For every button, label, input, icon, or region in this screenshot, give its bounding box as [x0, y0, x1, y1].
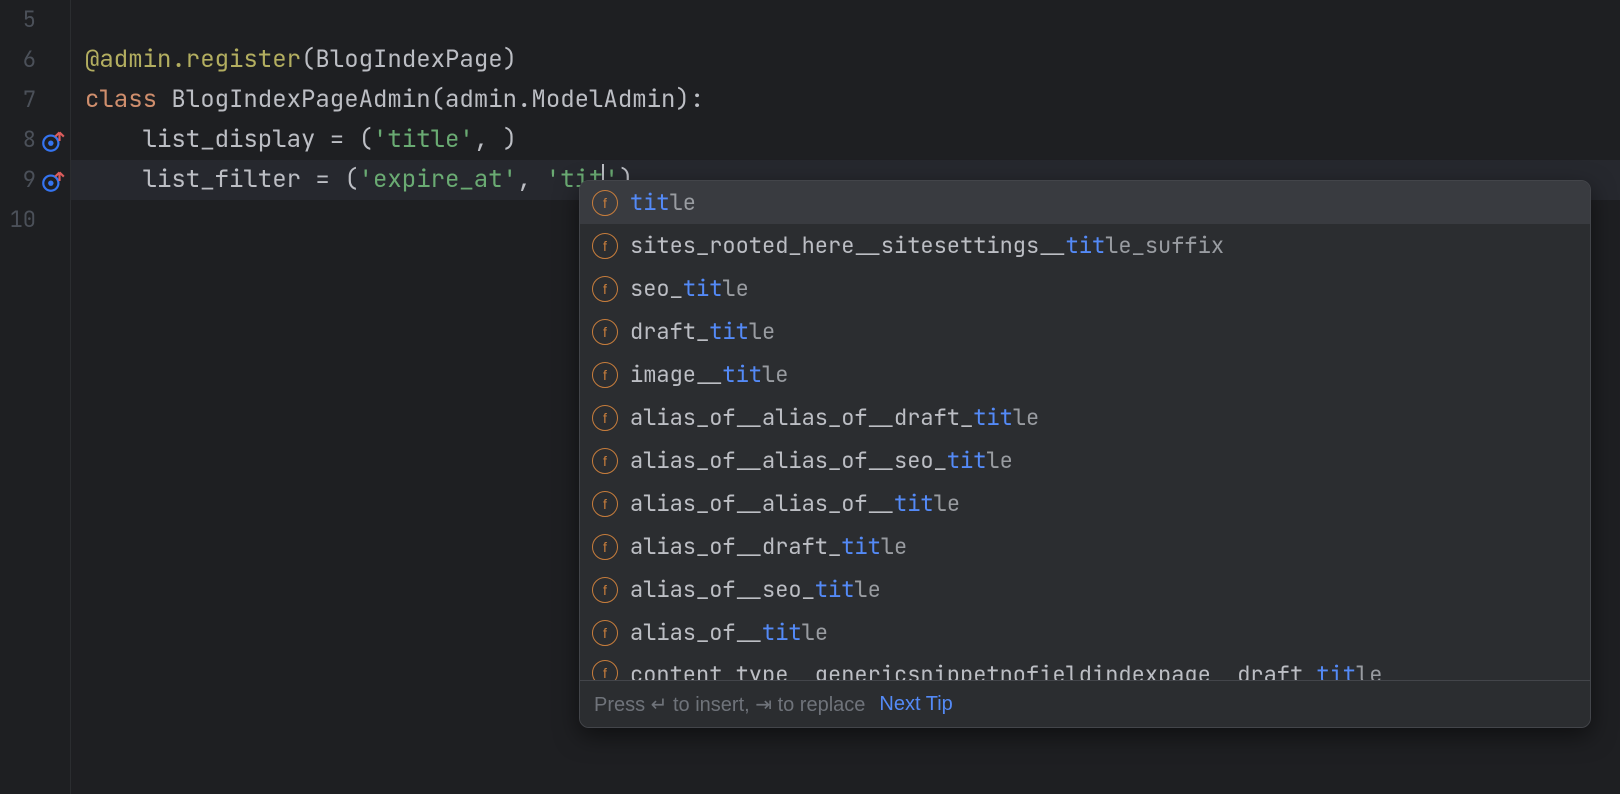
autocomplete-list[interactable]: ftitlefsites_rooted_here__sitesettings__… — [580, 181, 1590, 680]
autocomplete-popup[interactable]: ftitlefsites_rooted_here__sitesettings__… — [579, 180, 1591, 728]
autocomplete-label: alias_of__seo_title — [630, 575, 881, 604]
autocomplete-item[interactable]: f alias_of__alias_of__title — [580, 482, 1590, 525]
code-editor[interactable]: 5 6 7 8 9 10 — [0, 0, 1620, 794]
footer-hint: Press ↵ to insert, ⇥ to replace — [594, 692, 865, 717]
line-number: 7 — [0, 80, 70, 120]
autocomplete-item[interactable]: f alias_of__title — [580, 611, 1590, 654]
next-tip-link[interactable]: Next Tip — [879, 693, 952, 716]
autocomplete-label: title — [630, 188, 696, 217]
autocomplete-label: image__title — [630, 360, 788, 389]
line-number: 5 — [0, 0, 70, 40]
autocomplete-item[interactable]: f alias_of__draft_title — [580, 525, 1590, 568]
autocomplete-item[interactable]: f content_type__genericsnippetnofieldinde… — [580, 654, 1590, 680]
line-number: 9 — [0, 160, 70, 200]
field-icon: f — [592, 190, 618, 216]
autocomplete-item[interactable]: f draft_title — [580, 310, 1590, 353]
autocomplete-footer: Press ↵ to insert, ⇥ to replace Next Tip — [580, 680, 1590, 727]
autocomplete-label: alias_of__title — [630, 618, 828, 647]
gutter: 5 6 7 8 9 10 — [0, 0, 70, 794]
autocomplete-label: sites_rooted_here__sitesettings__title_s… — [630, 231, 1224, 260]
line-number: 10 — [0, 200, 70, 240]
autocomplete-label: alias_of__draft_title — [630, 532, 907, 561]
override-icon[interactable] — [40, 127, 66, 153]
code-line[interactable]: class BlogIndexPageAdmin(admin.ModelAdmi… — [71, 80, 1620, 120]
autocomplete-label: seo_title — [630, 274, 749, 303]
field-icon: f — [592, 362, 618, 388]
code-area[interactable]: @admin.register(BlogIndexPage) class Blo… — [70, 0, 1620, 794]
autocomplete-item[interactable]: f alias_of__alias_of__draft_title — [580, 396, 1590, 439]
autocomplete-label: alias_of__alias_of__title — [630, 489, 960, 518]
autocomplete-item[interactable]: f alias_of__seo_title — [580, 568, 1590, 611]
code-line[interactable] — [71, 0, 1620, 40]
field-icon: f — [592, 276, 618, 302]
autocomplete-item[interactable]: f sites_rooted_here__sitesettings__title_… — [580, 224, 1590, 267]
field-icon: f — [592, 319, 618, 345]
autocomplete-item[interactable]: f seo_title — [580, 267, 1590, 310]
line-number: 6 — [0, 40, 70, 80]
override-icon[interactable] — [40, 167, 66, 193]
field-icon: f — [592, 620, 618, 646]
autocomplete-item[interactable]: f image__title — [580, 353, 1590, 396]
line-number: 8 — [0, 120, 70, 160]
field-icon: f — [592, 491, 618, 517]
field-icon: f — [592, 577, 618, 603]
code-line[interactable]: @admin.register(BlogIndexPage) — [71, 40, 1620, 80]
autocomplete-label: draft_title — [630, 317, 775, 346]
autocomplete-label: alias_of__alias_of__seo_title — [630, 446, 1013, 475]
autocomplete-label: alias_of__alias_of__draft_title — [630, 403, 1039, 432]
code-line[interactable]: list_display = ('title', ) — [71, 120, 1620, 160]
field-icon: f — [592, 660, 618, 680]
autocomplete-item[interactable]: ftitle — [580, 181, 1590, 224]
autocomplete-item[interactable]: f alias_of__alias_of__seo_title — [580, 439, 1590, 482]
field-icon: f — [592, 233, 618, 259]
autocomplete-label: content_type__genericsnippetnofieldindex… — [630, 660, 1382, 680]
field-icon: f — [592, 534, 618, 560]
field-icon: f — [592, 448, 618, 474]
field-icon: f — [592, 405, 618, 431]
